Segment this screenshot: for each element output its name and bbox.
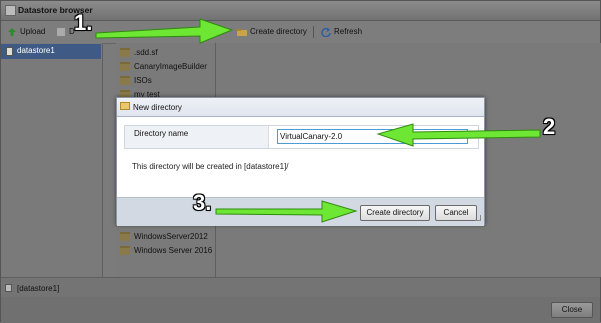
dialog-titlebar: New directory (117, 98, 484, 117)
tree-item-datastore1[interactable]: datastore1 (1, 44, 101, 59)
status-path: [datastore1] (17, 284, 60, 293)
refresh-label: Refresh (334, 27, 363, 36)
close-button[interactable]: Close (551, 302, 593, 318)
step2-number: 2 (543, 114, 556, 139)
folder-icon (120, 48, 130, 58)
directory-name-label: Directory name (134, 129, 189, 138)
new-directory-dialog: New directory Directory name This direct… (116, 97, 485, 226)
resize-grip-icon[interactable] (475, 215, 481, 221)
create-directory-label: Create directory (250, 27, 307, 36)
list-item[interactable]: CanaryImageBuilder (120, 60, 207, 73)
directory-name-row: Directory name (124, 125, 479, 149)
upload-icon (7, 27, 17, 37)
download-icon (56, 27, 66, 37)
datastore-icon (5, 5, 16, 16)
upload-label: Upload (20, 27, 46, 36)
folder-icon (120, 102, 130, 110)
folder-label: WindowsServer2012 (134, 232, 208, 241)
create-directory-button[interactable]: Create directory (237, 26, 307, 38)
list-item[interactable]: .sdd.sf (120, 46, 158, 59)
toolbar-divider (313, 26, 314, 38)
tree-item-label: datastore1 (17, 46, 55, 55)
dialog-title: New directory (133, 103, 182, 112)
step3-number: 3. (193, 190, 212, 215)
refresh-icon (321, 27, 331, 38)
folder-icon (120, 232, 130, 242)
folder-label: CanaryImageBuilder (134, 62, 207, 71)
list-item[interactable]: Windows Server 2016 (120, 244, 212, 257)
folder-icon (120, 76, 130, 86)
status-bar: [datastore1] (1, 277, 600, 298)
folder-icon (120, 246, 130, 256)
folder-label: Windows Server 2016 (134, 246, 213, 255)
dialog-body: Directory name This directory will be cr… (117, 117, 484, 197)
datastore-icon (6, 47, 13, 56)
download-button[interactable]: D (56, 26, 75, 38)
dialog-info-text: This directory will be created in [datas… (132, 162, 289, 171)
datastore-icon (5, 284, 12, 292)
list-item[interactable]: ISOs (120, 74, 152, 87)
folder-icon (120, 62, 130, 72)
folder-label: ISOs (134, 76, 152, 85)
directory-name-input[interactable] (277, 129, 468, 144)
refresh-button[interactable]: Refresh (321, 26, 362, 38)
cancel-button[interactable]: Cancel (435, 205, 477, 221)
folder-add-icon (237, 27, 247, 37)
upload-button[interactable]: Upload (7, 26, 45, 38)
datastore-tree: datastore1 (1, 43, 103, 277)
folder-label: .sdd.sf (134, 48, 158, 57)
create-directory-confirm-button[interactable]: Create directory (360, 205, 430, 221)
step1-number: 1. (74, 10, 93, 35)
list-item[interactable]: WindowsServer2012 (120, 230, 208, 243)
window-footer (1, 297, 600, 323)
